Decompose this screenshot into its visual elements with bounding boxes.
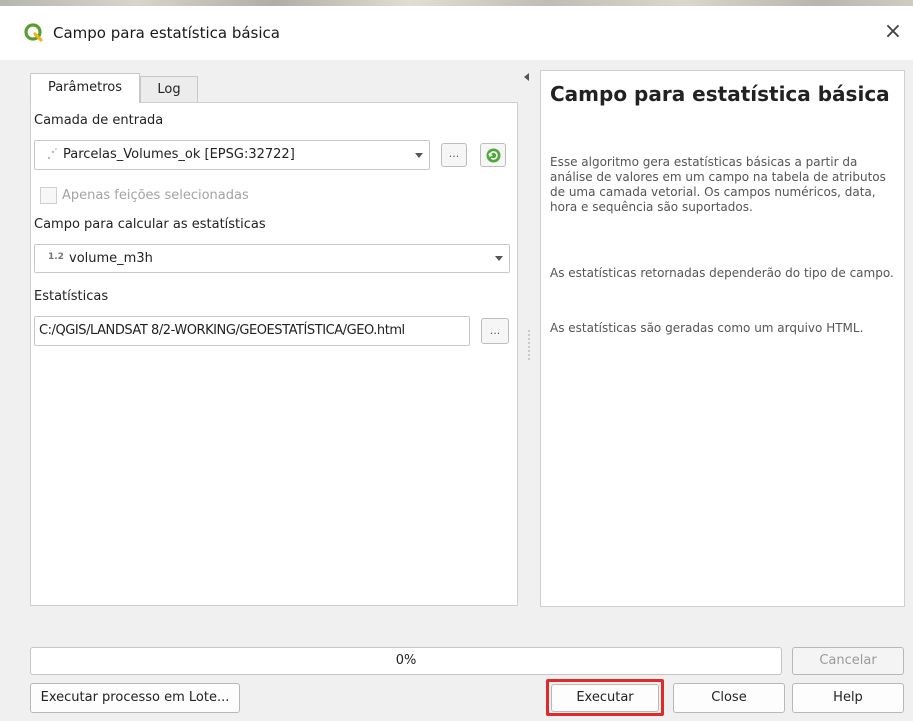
chevron-down-icon bbox=[495, 256, 503, 261]
tab-log[interactable]: Log bbox=[140, 76, 198, 103]
browse-output-button[interactable]: ... bbox=[481, 318, 509, 344]
parameters-panel bbox=[30, 102, 518, 606]
iterate-button[interactable] bbox=[480, 143, 506, 167]
batch-process-button[interactable]: Executar processo em Lote... bbox=[30, 683, 240, 713]
help-button[interactable]: Help bbox=[792, 683, 904, 713]
browse-layer-button[interactable]: ... bbox=[441, 143, 467, 167]
tab-parameters[interactable]: Parâmetros bbox=[30, 73, 140, 103]
selected-features-checkbox[interactable] bbox=[40, 187, 57, 204]
collapse-arrow-icon[interactable] bbox=[524, 73, 529, 81]
input-layer-label: Camada de entrada bbox=[34, 113, 164, 128]
field-type-badge: 1.2 bbox=[48, 252, 64, 262]
progress-bar: 0% bbox=[30, 647, 782, 675]
close-button[interactable]: Close bbox=[673, 683, 785, 713]
field-combo[interactable]: 1.2 volume_m3h bbox=[34, 244, 510, 273]
statistics-output-field[interactable]: C:/QGIS/LANDSAT 8/2-WORKING/GEOESTATÍSTI… bbox=[34, 316, 470, 346]
field-value: volume_m3h bbox=[69, 251, 153, 266]
background-strip bbox=[0, 0, 913, 6]
window-title: Campo para estatística básica bbox=[53, 24, 280, 42]
help-paragraph: Esse algoritmo gera estatísticas básicas… bbox=[550, 155, 886, 214]
progress-text: 0% bbox=[395, 653, 417, 668]
input-layer-combo[interactable]: Parcelas_Volumes_ok [EPSG:32722] bbox=[34, 140, 430, 170]
input-layer-value: Parcelas_Volumes_ok [EPSG:32722] bbox=[63, 147, 295, 162]
statistics-label: Estatísticas bbox=[34, 289, 109, 304]
qgis-logo-icon bbox=[24, 23, 44, 43]
statistics-output-value: C:/QGIS/LANDSAT 8/2-WORKING/GEOESTATÍSTI… bbox=[39, 323, 405, 338]
iterate-icon bbox=[485, 147, 502, 164]
help-paragraph: As estatísticas são geradas como um arqu… bbox=[550, 321, 864, 335]
field-label: Campo para calcular as estatísticas bbox=[34, 217, 266, 232]
help-title: Campo para estatística básica bbox=[550, 82, 890, 106]
close-icon[interactable]: × bbox=[878, 17, 908, 47]
run-button[interactable]: Executar bbox=[551, 684, 659, 712]
point-layer-icon bbox=[45, 146, 59, 164]
splitter-handle[interactable] bbox=[528, 330, 530, 360]
chevron-down-icon bbox=[415, 153, 423, 158]
help-panel bbox=[540, 70, 905, 607]
selected-features-label: Apenas feições selecionadas bbox=[62, 188, 249, 203]
cancel-button[interactable]: Cancelar bbox=[792, 647, 904, 675]
help-paragraph: As estatísticas retornadas dependerão do… bbox=[550, 266, 894, 280]
